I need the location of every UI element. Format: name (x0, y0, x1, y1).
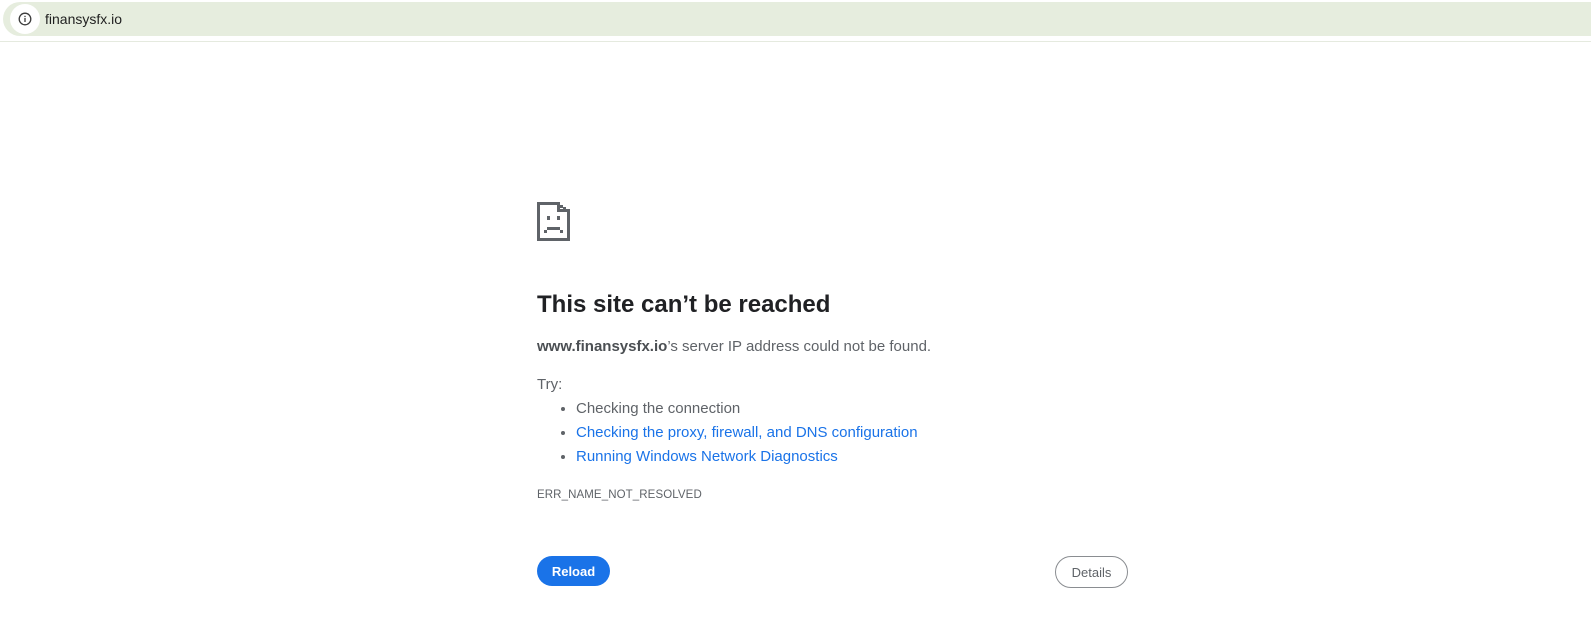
info-icon (18, 12, 32, 26)
sad-page-icon (537, 202, 570, 241)
suggestion-network-diagnostics-link[interactable]: Running Windows Network Diagnostics (576, 448, 838, 465)
try-label: Try: (537, 376, 563, 393)
suggestion-item: Checking the proxy, firewall, and DNS co… (576, 424, 918, 442)
suggestion-check-connection: Checking the connection (576, 400, 741, 417)
error-summary: www.finansysfx.io’s server IP address co… (537, 338, 931, 356)
details-button[interactable]: Details (1055, 556, 1128, 588)
suggestion-item: Running Windows Network Diagnostics (576, 448, 918, 466)
error-summary-text: ’s server IP address could not be found. (667, 338, 932, 355)
url-text[interactable]: finansysfx.io (45, 10, 122, 28)
address-bar: finansysfx.io (0, 0, 1591, 42)
reload-button[interactable]: Reload (537, 556, 610, 586)
site-info-button[interactable] (10, 4, 40, 34)
omnibox[interactable]: finansysfx.io (3, 2, 1591, 36)
suggestion-proxy-firewall-dns-link[interactable]: Checking the proxy, firewall, and DNS co… (576, 424, 918, 441)
suggestions-list: Checking the connection Checking the pro… (537, 400, 918, 472)
error-host: www.finansysfx.io (537, 338, 668, 355)
error-heading: This site can’t be reached (537, 291, 831, 318)
error-code: ERR_NAME_NOT_RESOLVED (537, 489, 702, 501)
suggestion-item: Checking the connection (576, 400, 918, 418)
